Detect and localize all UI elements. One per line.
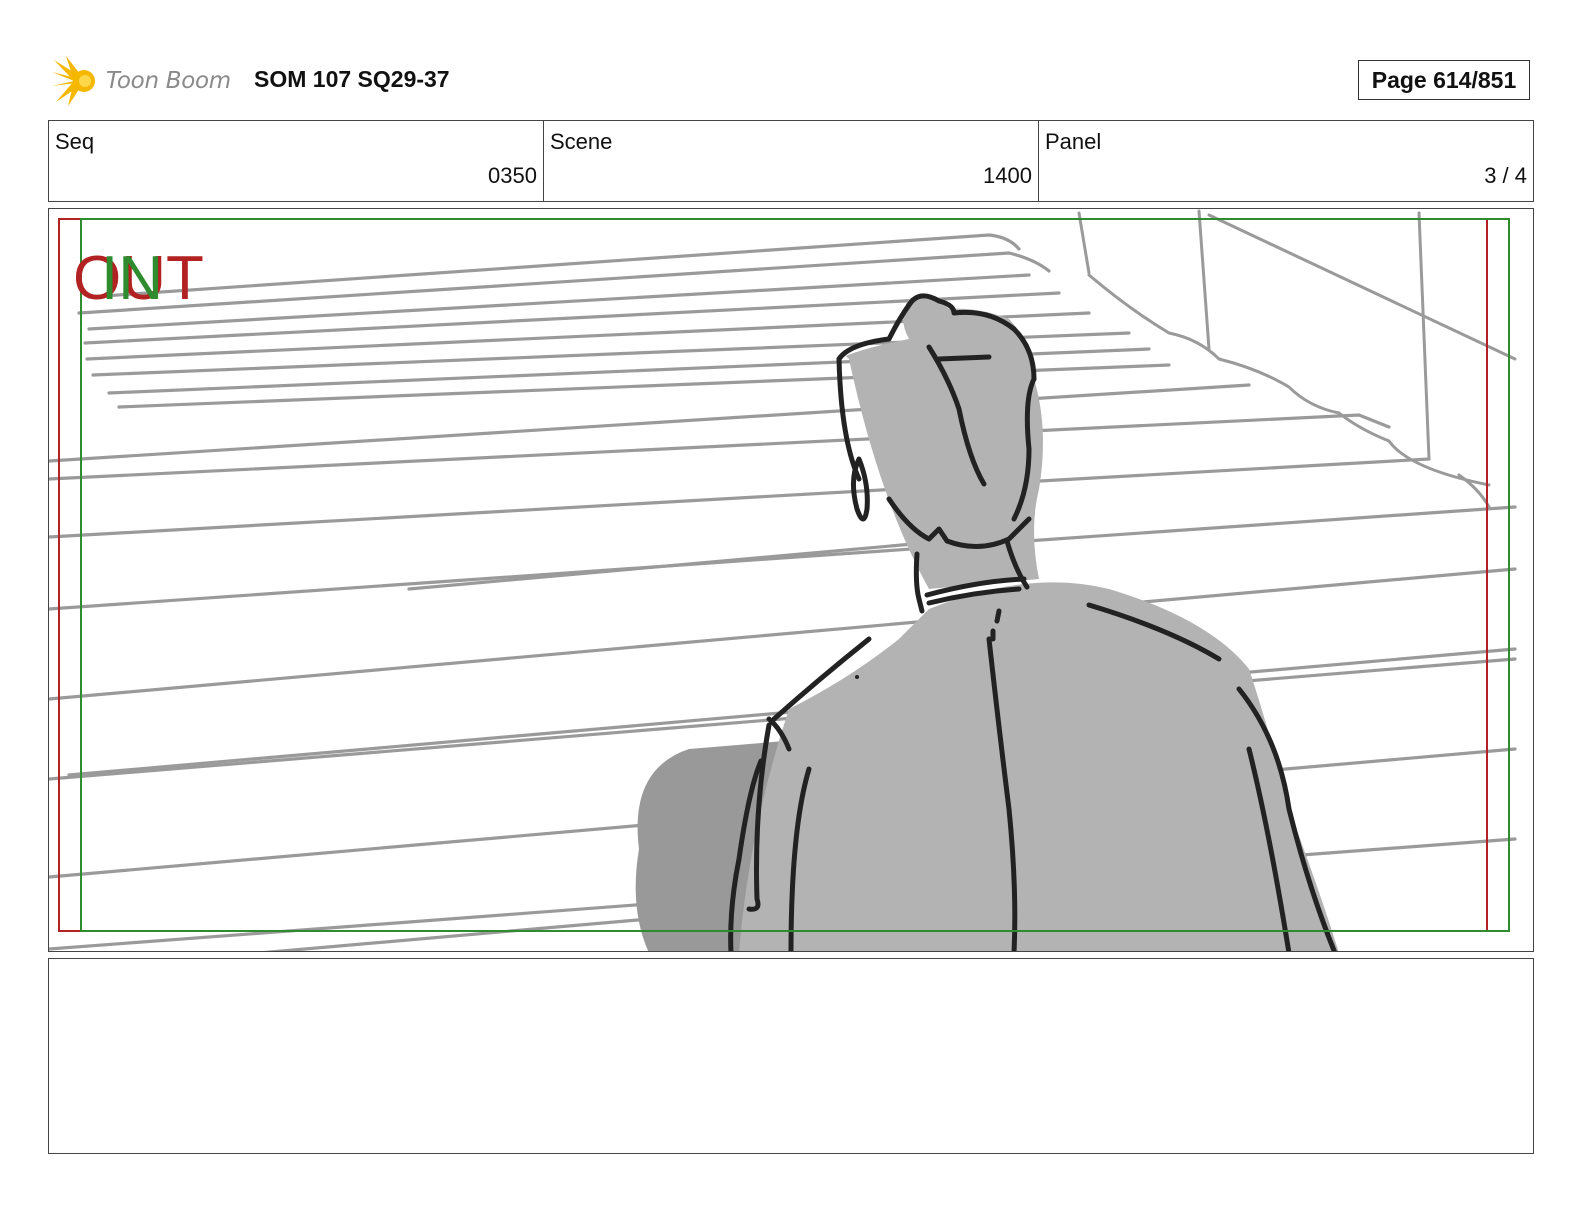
seq-cell: Seq 0350	[49, 121, 544, 201]
character-sketch	[635, 293, 1339, 951]
storyboard-panel-image: OUT IN	[48, 208, 1534, 952]
seq-value: 0350	[488, 163, 537, 188]
wall-lines	[1077, 209, 1517, 509]
scene-label: Scene	[550, 129, 613, 154]
document-title: SOM 107 SQ29-37	[254, 66, 450, 92]
scene-value: 1400	[983, 163, 1032, 188]
panel-value: 3 / 4	[1484, 163, 1527, 188]
panel-label: Panel	[1045, 129, 1102, 154]
panel-info-table: Seq 0350 Scene 1400 Panel 3 / 4	[48, 120, 1534, 202]
toon-boom-logo-icon	[52, 56, 95, 106]
toon-boom-logo: Toon Boom	[52, 56, 231, 106]
seq-label: Seq	[55, 129, 95, 154]
page-number: Page 614/851	[1358, 60, 1530, 100]
scene-cell: Scene 1400	[544, 121, 1039, 201]
notes-box[interactable]	[48, 958, 1534, 1154]
logo-text: Toon Boom	[106, 68, 231, 94]
panel-cell: Panel 3 / 4	[1039, 121, 1533, 201]
panel-drawing: OUT IN	[49, 209, 1517, 951]
in-marker: IN	[101, 244, 163, 313]
